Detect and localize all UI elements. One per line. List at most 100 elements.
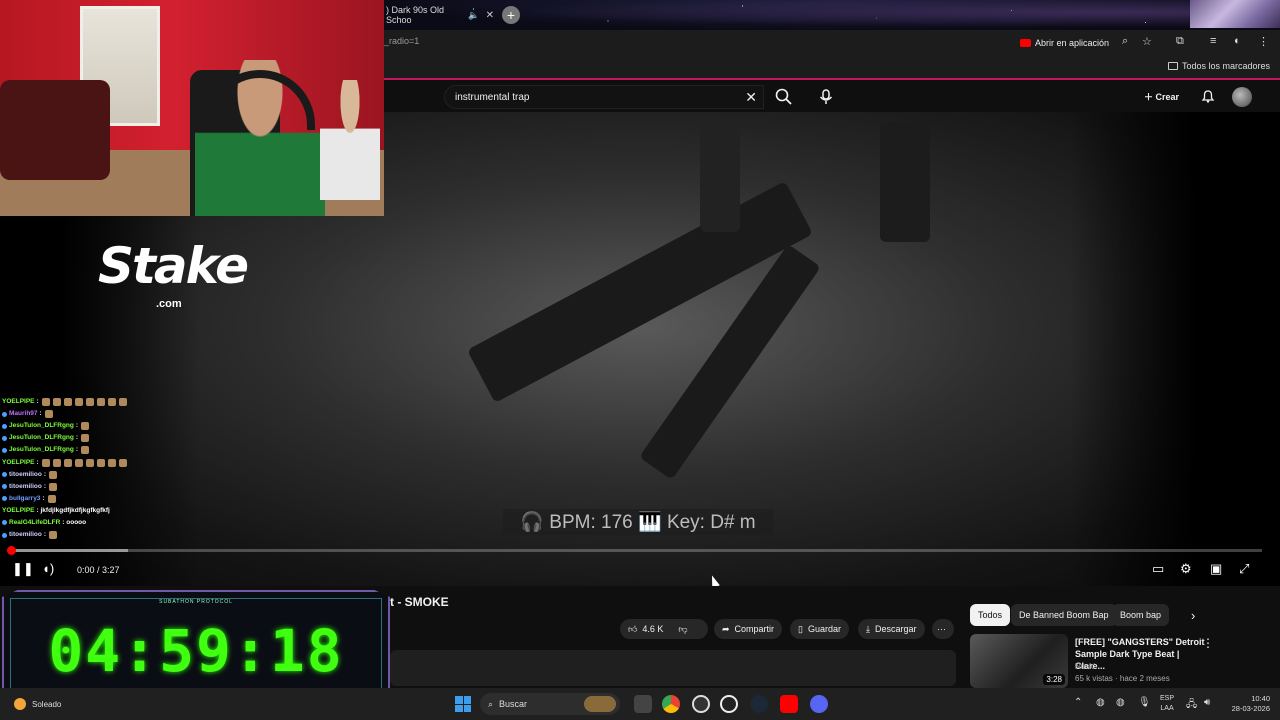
progress-bar[interactable] [7, 546, 1262, 555]
chat-username[interactable]: titoemilioo [9, 469, 42, 481]
recommended-video[interactable]: 3:28 [FREE] "GANGSTERS" Detroit Sample D… [970, 634, 1270, 688]
volume-tray-icon[interactable]: 🔊︎ [1204, 697, 1210, 708]
chat-username[interactable]: YOELPIPE [2, 505, 35, 517]
chat-username[interactable]: JesuTulon_DLFRgng [9, 432, 74, 444]
input-language[interactable]: ESP LAA [1160, 694, 1174, 714]
new-tab-button[interactable]: + [502, 6, 520, 24]
browser-tabstrip: ) Dark 90s Old Schoo 🔈 ✕ + [384, 0, 1280, 30]
open-in-app-button[interactable]: Abrir en aplicación [1016, 35, 1113, 50]
chat-username[interactable]: RealG4LifeDLFR [9, 517, 60, 529]
chat-text: : [43, 531, 47, 539]
obs-icon[interactable] [692, 695, 710, 713]
chat-username[interactable]: JesuTulon_DLFRgng [9, 420, 74, 432]
all-bookmarks-button[interactable]: Todos los marcadores [1167, 61, 1270, 71]
like-button[interactable]: 👍︎ 4.6 K 👎︎ [620, 619, 708, 639]
miniplayer-icon[interactable]: ▣ [1210, 561, 1222, 577]
search-query[interactable]: instrumental trap [455, 92, 529, 103]
search-icon: ⌕ [488, 698, 494, 709]
more-actions-button[interactable]: ··· [932, 619, 954, 639]
description-box[interactable] [390, 650, 956, 686]
save-button[interactable]: ▯ Guardar [790, 619, 849, 639]
chat-message: YOELPIPE: [2, 396, 182, 408]
chat-message: JesuTulon_DLFRgng: [2, 432, 182, 444]
chevron-right-icon[interactable]: › [1191, 608, 1195, 623]
chat-username[interactable]: JesuTulon_DLFRgng [9, 444, 74, 456]
url-text[interactable]: _radio=1 [384, 36, 419, 46]
address-bar[interactable]: _radio=1 Abrir en aplicación ⌕ ☆ ⧉ ≡ ◐ ⋮ [384, 30, 1280, 54]
chat-username[interactable]: titoemilioo [9, 481, 42, 493]
taskbar-search-label: Buscar [499, 699, 528, 709]
create-label: Crear [1155, 92, 1180, 102]
bookmark-star-icon[interactable]: ☆ [1142, 35, 1152, 48]
notifications-bell-icon[interactable] [1200, 88, 1216, 104]
chat-username[interactable]: YOELPIPE [2, 396, 35, 408]
windows-start-icon[interactable] [455, 696, 471, 712]
subtitles-icon[interactable]: ▭ [1152, 561, 1164, 577]
volume-icon[interactable]: ◖) [42, 561, 54, 576]
chevron-up-icon[interactable]: ⌃ [1074, 697, 1082, 708]
system-clock[interactable]: 10:40 28-03-2026 [1224, 694, 1270, 714]
discord-icon[interactable] [810, 695, 828, 713]
chat-emote-icon [96, 458, 105, 467]
chip-boom-bap[interactable]: Boom bap [1112, 604, 1170, 626]
speaker-icon[interactable]: 🔈 [468, 10, 479, 21]
recommended-channel[interactable]: Nuski [1075, 662, 1095, 671]
media-player-icon[interactable] [720, 695, 738, 713]
chat-emote-icon [63, 458, 72, 467]
chat-emote-icon [52, 458, 61, 467]
chrome-icon[interactable] [662, 695, 680, 713]
chat-username[interactable]: bullgarry3 [9, 493, 40, 505]
recommended-thumbnail[interactable]: 3:28 [970, 634, 1068, 688]
chat-message: YOELPIPE: [2, 456, 182, 468]
account-avatar[interactable] [1232, 87, 1252, 107]
fullscreen-icon[interactable]: ⤢ [1239, 561, 1249, 577]
steam-icon[interactable] [750, 695, 768, 713]
like-count: 4.6 K [642, 624, 664, 634]
thumbs-down-icon[interactable]: 👎︎ [678, 624, 687, 635]
chip-banned-boom-bap[interactable]: De Banned Boom Bap [1011, 604, 1117, 626]
taskbar-search[interactable]: ⌕ Buscar [480, 693, 620, 715]
search-input[interactable]: instrumental trap ✕ [444, 85, 764, 109]
youtube-app-icon[interactable] [780, 695, 798, 713]
chat-emote-icon [107, 458, 116, 467]
create-button[interactable]: ＋ Crear [1144, 90, 1179, 103]
zoom-icon[interactable]: ⌕ [1122, 35, 1128, 48]
more-menu-icon[interactable]: ⋮ [1258, 35, 1269, 48]
more-vertical-icon[interactable]: ⋮ [1202, 636, 1214, 650]
chat-emote-icon [81, 434, 90, 443]
chat-emote-icon [96, 398, 105, 407]
settings-gear-icon[interactable]: ⚙ [1180, 561, 1192, 577]
chat-username[interactable]: titoemilioo [9, 529, 42, 541]
chat-emote-icon [63, 398, 72, 407]
tray-app-icon[interactable]: ◍ [1116, 697, 1125, 708]
weather-widget[interactable]: Soleado [14, 698, 61, 710]
microphone-icon[interactable] [816, 87, 836, 107]
network-icon[interactable]: 🖧 [1186, 697, 1197, 714]
browser-tab[interactable]: ) Dark 90s Old Schoo 🔈 ✕ [384, 4, 494, 26]
chat-username[interactable]: YOELPIPE [2, 457, 35, 469]
clear-search-icon[interactable]: ✕ [745, 89, 757, 106]
close-tab-icon[interactable]: ✕ [486, 10, 494, 21]
share-button[interactable]: ➦ Compartir [714, 619, 783, 639]
extensions-icon[interactable]: ⧉ [1176, 35, 1184, 48]
video-duration: 3:28 [1043, 674, 1065, 685]
timer-value: 04:59:18 [48, 617, 344, 685]
save-label: Guardar [807, 624, 841, 634]
microphone-tray-icon[interactable]: 🎙︎ [1138, 697, 1151, 708]
pause-icon[interactable]: ❚❚ [12, 561, 34, 577]
clock-time: 10:40 [1251, 694, 1270, 703]
sun-icon [14, 698, 26, 710]
chat-username[interactable]: Maurih97 [9, 408, 38, 420]
folder-icon [1167, 62, 1178, 70]
chat-badge-icon [2, 496, 7, 502]
chat-badge-icon [2, 532, 7, 538]
chip-all[interactable]: Todos [970, 604, 1011, 626]
download-button[interactable]: ⤓ Descargar [858, 619, 925, 639]
task-view-icon[interactable] [634, 695, 652, 713]
chat-text: : [75, 446, 79, 454]
tray-app-icon[interactable]: ◍ [1096, 697, 1105, 708]
search-icon[interactable] [774, 87, 794, 107]
progress-scrubber[interactable] [7, 546, 16, 555]
profile-icon[interactable]: ◐ [1234, 35, 1241, 47]
playlist-icon[interactable]: ≡ [1210, 35, 1216, 47]
